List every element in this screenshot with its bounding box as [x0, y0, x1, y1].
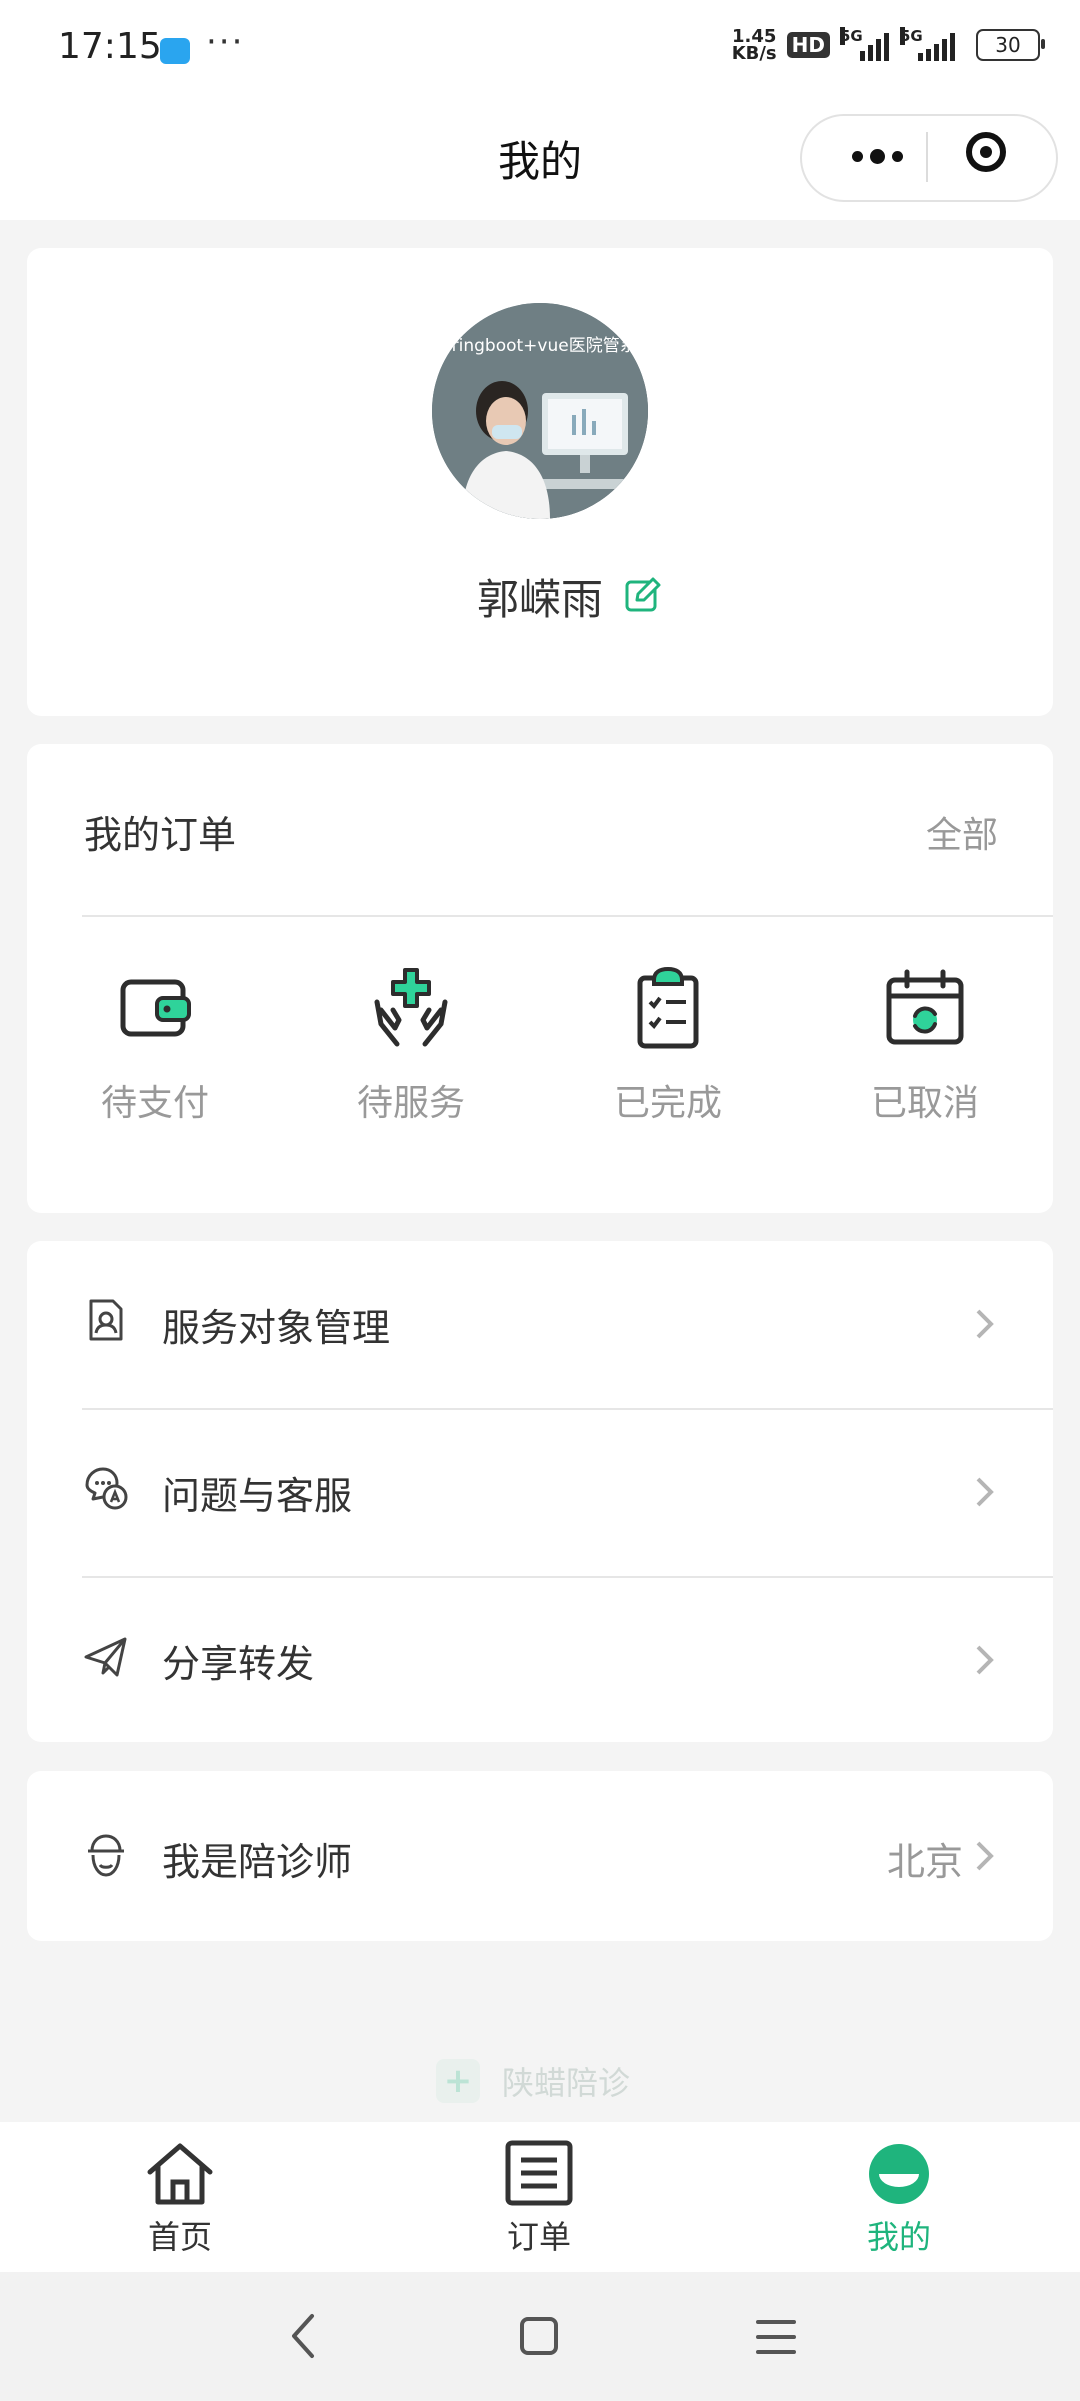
avatar-caption: springboot+vue医院管系统 — [432, 336, 648, 356]
tab-label: 订单 — [506, 2218, 571, 2256]
avatar[interactable]: springboot+vue医院管系统 — [432, 303, 648, 519]
brand-logo-icon: + — [436, 2059, 480, 2103]
order-status-cancelled[interactable]: 已取消 — [825, 966, 1025, 1166]
all-orders-link[interactable]: 全部 — [880, 806, 998, 858]
chevron-right-icon — [976, 1309, 994, 1339]
menu-item-label: 问题与客服 — [162, 1474, 353, 1518]
profile-icon — [869, 2144, 929, 2204]
menu-item-customer-service[interactable]: 问题与客服 — [27, 1409, 1053, 1575]
order-status-label: 待服务 — [356, 1083, 465, 1124]
status-time: 17:15 — [58, 26, 162, 67]
orders-icon — [505, 2140, 573, 2206]
signal-icon: 5G — [840, 27, 890, 61]
tab-profile[interactable]: 我的 — [799, 2140, 999, 2258]
status-indicators: 1.45 KB/s HD 5G 5G 30 — [731, 26, 1045, 64]
order-status-label: 待支付 — [100, 1083, 209, 1124]
menu-item-share[interactable]: 分享转发 — [27, 1577, 1053, 1743]
menu-lines-icon[interactable] — [756, 2318, 796, 2356]
status-overflow: ··· — [206, 22, 245, 62]
back-icon[interactable] — [288, 2312, 318, 2360]
tab-label: 首页 — [147, 2218, 212, 2256]
signal-icon: 5G — [900, 27, 966, 61]
wallet-icon — [120, 979, 191, 1037]
orders-title: 我的订单 — [84, 813, 237, 857]
chevron-right-icon — [976, 1645, 994, 1675]
order-status-pending-payment[interactable]: 待支付 — [55, 966, 255, 1166]
menu-item-label: 服务对象管理 — [162, 1306, 391, 1350]
escort-card[interactable]: 我是陪诊师 北京 — [27, 1771, 1053, 1941]
menu-item-label: 分享转发 — [162, 1642, 315, 1686]
escort-city: 北京 — [886, 1840, 963, 1884]
person-card-icon — [89, 1299, 123, 1341]
hd-badge: HD — [786, 32, 830, 58]
menu-item-service-recipients[interactable]: 服务对象管理 — [27, 1241, 1053, 1407]
calendar-cancel-icon — [886, 969, 964, 1045]
clipboard-check-icon — [637, 966, 699, 1049]
user-name: 郭嵘雨 — [476, 575, 603, 624]
edit-icon[interactable] — [623, 576, 663, 616]
app-notification-icon — [160, 38, 190, 64]
order-status-label: 已完成 — [613, 1083, 722, 1124]
network-speed: 1.45 KB/s — [731, 26, 777, 64]
customer-service-icon — [85, 1467, 128, 1510]
tab-home[interactable]: 首页 — [80, 2140, 280, 2258]
brand-watermark: + 陕蜡陪诊 — [436, 2058, 630, 2104]
divider — [82, 915, 1053, 917]
order-status-completed[interactable]: 已完成 — [568, 966, 768, 1166]
tab-label: 我的 — [866, 2218, 931, 2256]
escort-icon — [88, 1834, 124, 1877]
battery-icon: 30 — [976, 29, 1045, 61]
care-hands-icon — [374, 968, 448, 1047]
capsule-divider — [926, 132, 928, 182]
brand-name: 陕蜡陪诊 — [502, 2064, 631, 2102]
home-square-icon[interactable] — [519, 2316, 559, 2356]
order-status-label: 已取消 — [870, 1083, 979, 1124]
share-icon — [84, 1637, 127, 1677]
chevron-right-icon — [976, 1841, 994, 1871]
escort-label: 我是陪诊师 — [162, 1840, 353, 1884]
more-icon[interactable] — [832, 118, 922, 194]
tab-orders[interactable]: 订单 — [439, 2140, 639, 2258]
close-target-icon[interactable] — [966, 132, 1006, 172]
order-status-pending-service[interactable]: 待服务 — [311, 966, 511, 1166]
home-icon — [147, 2143, 213, 2205]
chevron-right-icon — [976, 1477, 994, 1507]
